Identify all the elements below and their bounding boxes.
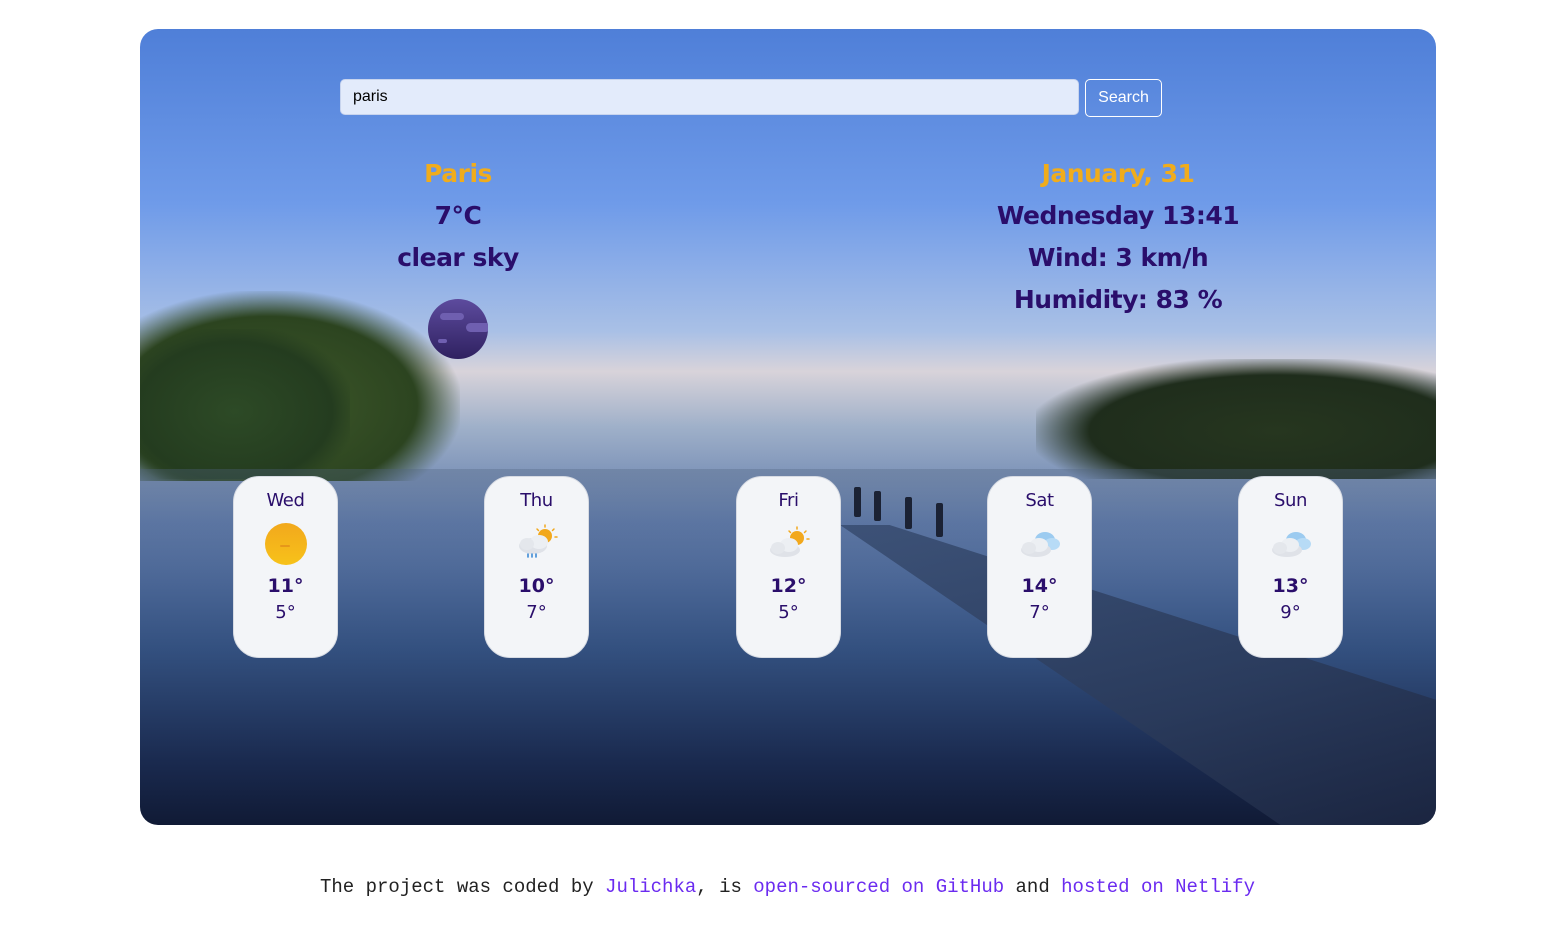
forecast-high-temp: 11° bbox=[267, 575, 304, 597]
forecast-day-name: Sat bbox=[1025, 490, 1054, 511]
forecast-low-temp: 5° bbox=[778, 602, 799, 623]
forecast-day-name: Fri bbox=[778, 490, 799, 511]
weather-details: January, 31 Wednesday 13:41 Wind: 3 km/h… bbox=[968, 153, 1268, 321]
current-date: January, 31 bbox=[1041, 159, 1195, 188]
forecast-high-temp: 12° bbox=[770, 575, 807, 597]
background-hill-left-lower bbox=[140, 329, 350, 479]
city-name: Paris bbox=[424, 159, 492, 188]
sun-cloud-icon bbox=[769, 526, 810, 557]
cloudy-icon bbox=[1271, 532, 1311, 557]
weather-description: clear sky bbox=[397, 243, 519, 272]
current-weather: Paris 7°C clear sky bbox=[358, 153, 558, 279]
sun-cloud-rain-icon bbox=[518, 524, 558, 558]
wind-speed: Wind: 3 km/h bbox=[1027, 243, 1209, 272]
humidity: Humidity: 83 % bbox=[1013, 285, 1223, 314]
forecast-day-card: Thu 10° 7° bbox=[484, 476, 589, 658]
forecast-low-temp: 9° bbox=[1280, 602, 1301, 623]
forecast-low-temp: 5° bbox=[275, 602, 296, 623]
weather-app-card: Search Paris 7°C clear sky January, 31 W… bbox=[140, 29, 1436, 825]
footer: The project was coded by Julichka, is op… bbox=[0, 876, 1543, 898]
netlify-link[interactable]: hosted on Netlify bbox=[1061, 876, 1255, 898]
forecast-high-temp: 10° bbox=[518, 575, 555, 597]
night-clear-moon-icon bbox=[428, 299, 488, 359]
day-and-time: Wednesday 13:41 bbox=[996, 201, 1240, 230]
footer-text: , is bbox=[696, 876, 754, 898]
search-button[interactable]: Search bbox=[1085, 79, 1162, 117]
github-link[interactable]: open-sourced on GitHub bbox=[753, 876, 1004, 898]
footer-text: and bbox=[1004, 876, 1062, 898]
sun-icon bbox=[264, 523, 307, 565]
pier-post bbox=[874, 491, 881, 521]
forecast-low-temp: 7° bbox=[1029, 602, 1050, 623]
footer-text: The project was coded by bbox=[320, 876, 606, 898]
forecast-high-temp: 13° bbox=[1272, 575, 1309, 597]
forecast-day-name: Sun bbox=[1273, 490, 1308, 511]
forecast-day-name: Thu bbox=[520, 490, 553, 511]
pier-post bbox=[936, 503, 943, 537]
search-input[interactable] bbox=[340, 79, 1079, 115]
cloudy-icon bbox=[1020, 532, 1060, 557]
forecast-day-name: Wed bbox=[266, 490, 305, 511]
author-link[interactable]: Julichka bbox=[605, 876, 696, 898]
background-trees-right bbox=[1036, 359, 1436, 479]
forecast-day-card: Sun 13° 9° bbox=[1238, 476, 1343, 658]
forecast-day-card: Sat 14° 7° bbox=[987, 476, 1092, 658]
pier-post bbox=[854, 487, 861, 517]
forecast-high-temp: 14° bbox=[1021, 575, 1058, 597]
pier-post bbox=[905, 497, 912, 529]
forecast-day-card: Fri 12° 5° bbox=[736, 476, 841, 658]
forecast-low-temp: 7° bbox=[526, 602, 547, 623]
forecast-day-card: Wed 11° 5° bbox=[233, 476, 338, 658]
current-temperature: 7°C bbox=[434, 201, 482, 230]
